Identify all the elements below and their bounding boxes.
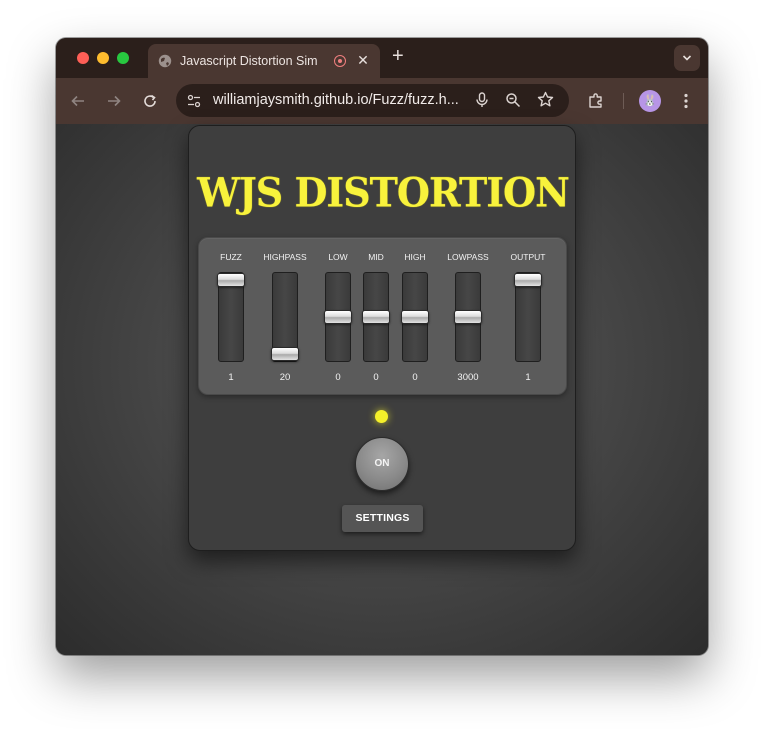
power-led [375,410,388,423]
arrow-left-icon [71,95,84,107]
back-button[interactable] [67,90,89,112]
slider-track[interactable] [271,272,299,362]
minimize-window-button[interactable] [97,52,109,64]
chevron-down-icon [682,55,692,61]
pedal-title: WJS DISTORTION [197,168,570,217]
slider-track[interactable] [401,272,429,362]
slider-label: OUTPUT [510,252,546,262]
zoom-icon[interactable] [503,90,523,110]
close-window-button[interactable] [77,52,89,64]
slider-track[interactable] [217,272,245,362]
new-tab-button[interactable]: + [392,46,404,66]
browser-window: Javascript Distortion Sim ✕ + williamjay… [56,38,708,655]
bookmark-star-icon[interactable] [535,90,555,110]
slider-thumb[interactable] [217,273,245,287]
reload-icon [144,94,156,107]
url-text[interactable]: williamjaysmith.github.io/Fuzz/fuzz.h... [213,92,469,108]
microphone-icon[interactable] [472,90,492,110]
settings-button[interactable]: SETTINGS [342,505,423,532]
tab-search-button[interactable] [674,45,700,71]
slider-output[interactable]: OUTPUT 1 [493,238,563,396]
maximize-window-button[interactable] [117,52,129,64]
browser-menu-button[interactable] [675,90,697,112]
slider-thumb[interactable] [271,347,299,361]
slider-panel: FUZZ 1 HIGHPASS 20 LOW 0 MID 0 HIGH 0 LOWPASS 3000 O… [198,237,567,395]
puzzle-icon [589,93,602,108]
extensions-button[interactable] [585,90,607,112]
more-vertical-icon [684,93,688,109]
tab-title: Javascript Distortion Sim [180,54,318,68]
slider-track[interactable] [454,272,482,362]
slider-thumb[interactable] [454,310,482,324]
forward-button[interactable] [103,90,125,112]
distortion-pedal: WJS DISTORTION FUZZ 1 HIGHPASS 20 LOW 0 MID 0 HI… [188,125,576,551]
reload-button[interactable] [139,90,161,112]
arrow-right-icon [108,95,121,107]
recording-icon [334,55,346,67]
slider-value: 1 [525,372,531,383]
slider-thumb[interactable] [514,273,542,287]
globe-icon [158,54,172,68]
slider-thumb[interactable] [401,310,429,324]
on-button[interactable]: ON [355,437,409,491]
profile-avatar[interactable]: 🐰 [639,90,661,112]
browser-toolbar: williamjaysmith.github.io/Fuzz/fuzz.h... [56,78,708,124]
browser-tab[interactable]: Javascript Distortion Sim ✕ [148,44,380,78]
site-settings-icon[interactable] [186,93,202,109]
tab-bar: Javascript Distortion Sim ✕ + [56,38,708,78]
toolbar-divider [623,93,624,109]
slider-track[interactable] [514,272,542,362]
tab-close-icon[interactable]: ✕ [355,52,371,69]
address-bar[interactable]: williamjaysmith.github.io/Fuzz/fuzz.h... [176,84,569,117]
page-viewport: WJS DISTORTION FUZZ 1 HIGHPASS 20 LOW 0 MID 0 HI… [56,124,708,655]
